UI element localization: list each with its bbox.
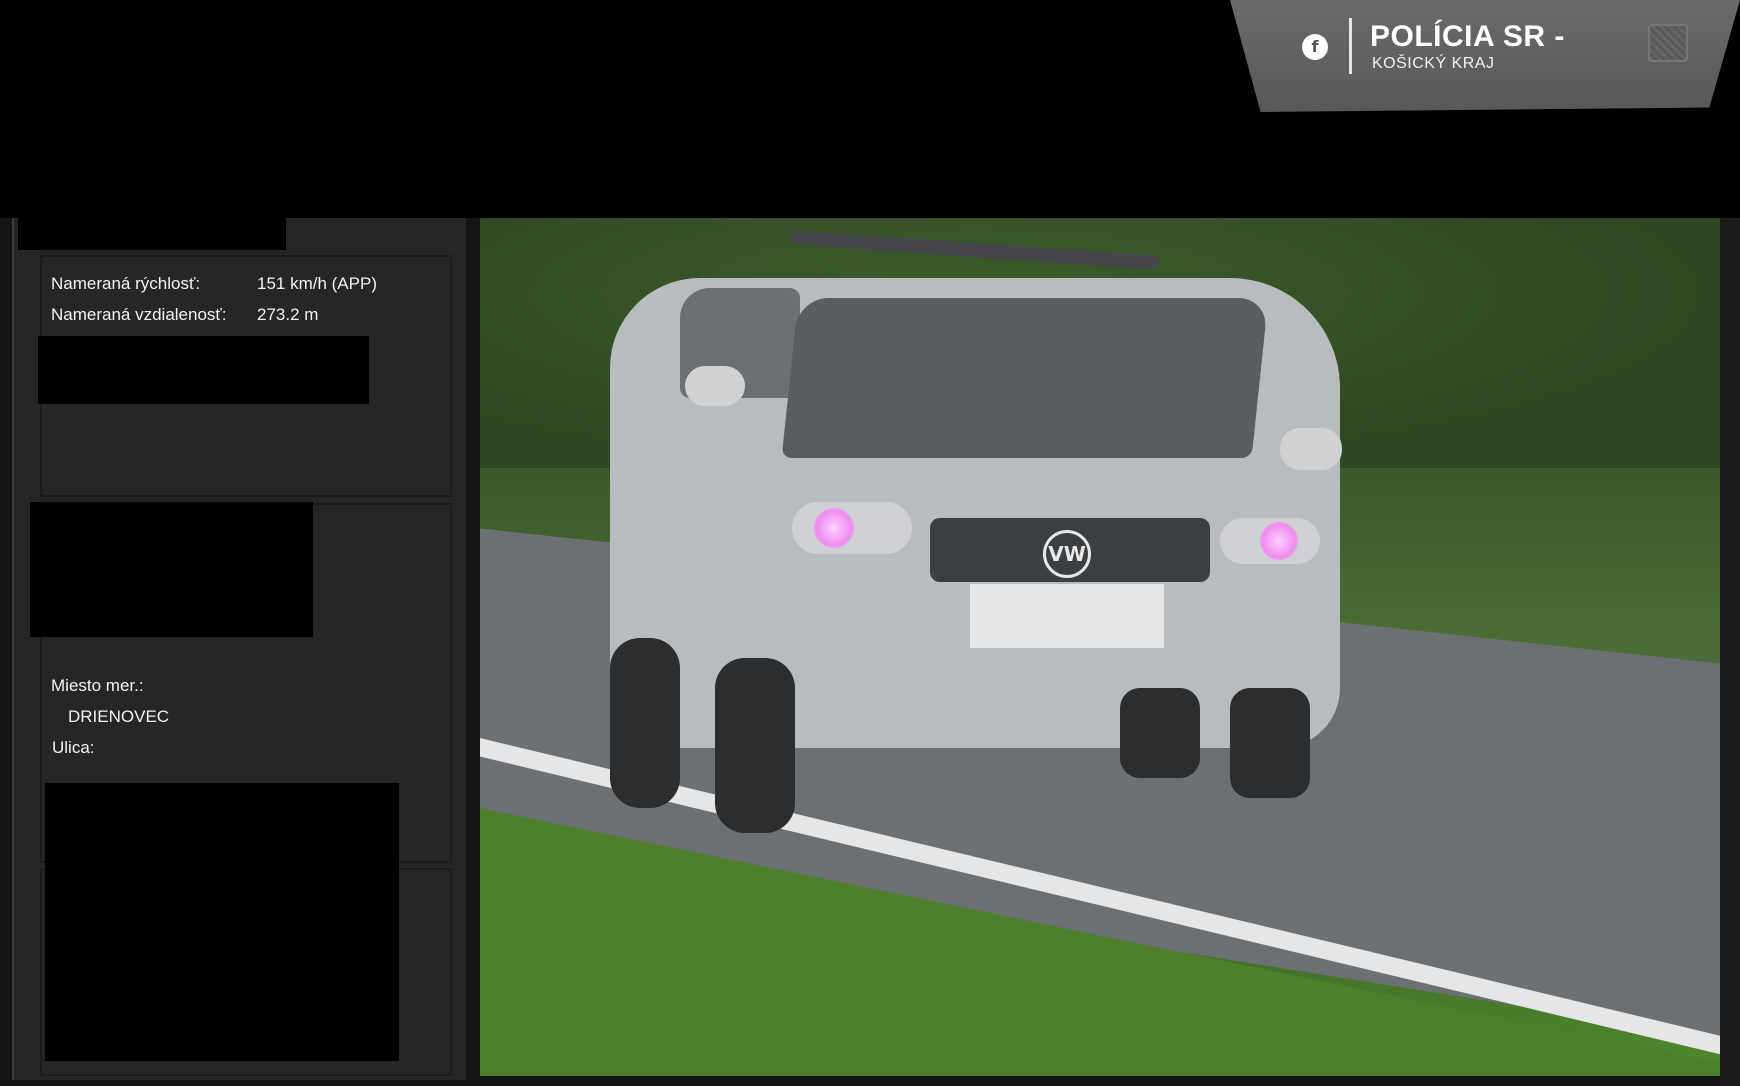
crest-icon	[1648, 24, 1688, 62]
redacted-block-2	[30, 502, 313, 637]
wheel-rear-right	[1230, 688, 1310, 798]
headlight-right-glow	[1260, 522, 1298, 560]
blurred-license-plate	[970, 584, 1164, 648]
car-windshield	[781, 298, 1269, 458]
car-mirror-right	[1280, 428, 1342, 470]
wheel-front-left	[715, 658, 795, 833]
wheel-rear-left	[610, 638, 680, 808]
speed-value: 151 km/h (APP)	[257, 274, 377, 293]
vw-logo-icon: VW	[1043, 530, 1091, 578]
distance-label: Nameraná vzdialenosť:	[51, 305, 227, 324]
distance-value: 273.2 m	[257, 305, 319, 324]
redacted-header	[18, 218, 286, 250]
badge-divider	[1349, 18, 1352, 74]
facebook-icon: f	[1302, 34, 1328, 60]
headlight-left-glow	[814, 508, 854, 548]
redacted-block-3	[45, 783, 399, 1061]
speed-label: Nameraná rýchlosť:	[51, 274, 201, 293]
place-label: Miesto mer.:	[51, 676, 144, 695]
badge-subtitle: KOŠICKÝ KRAJ	[1372, 55, 1495, 72]
car-mirror-left	[685, 366, 745, 406]
speed-camera-photo: VW	[480, 218, 1720, 1076]
wheel-front-right	[1120, 688, 1200, 778]
badge-title: POLÍCIA SR -	[1370, 20, 1565, 53]
street-label: Ulica:	[52, 738, 95, 757]
place-value: DRIENOVEC	[68, 707, 170, 726]
right-border-strip	[1720, 218, 1740, 1086]
redacted-block-1	[38, 336, 369, 404]
